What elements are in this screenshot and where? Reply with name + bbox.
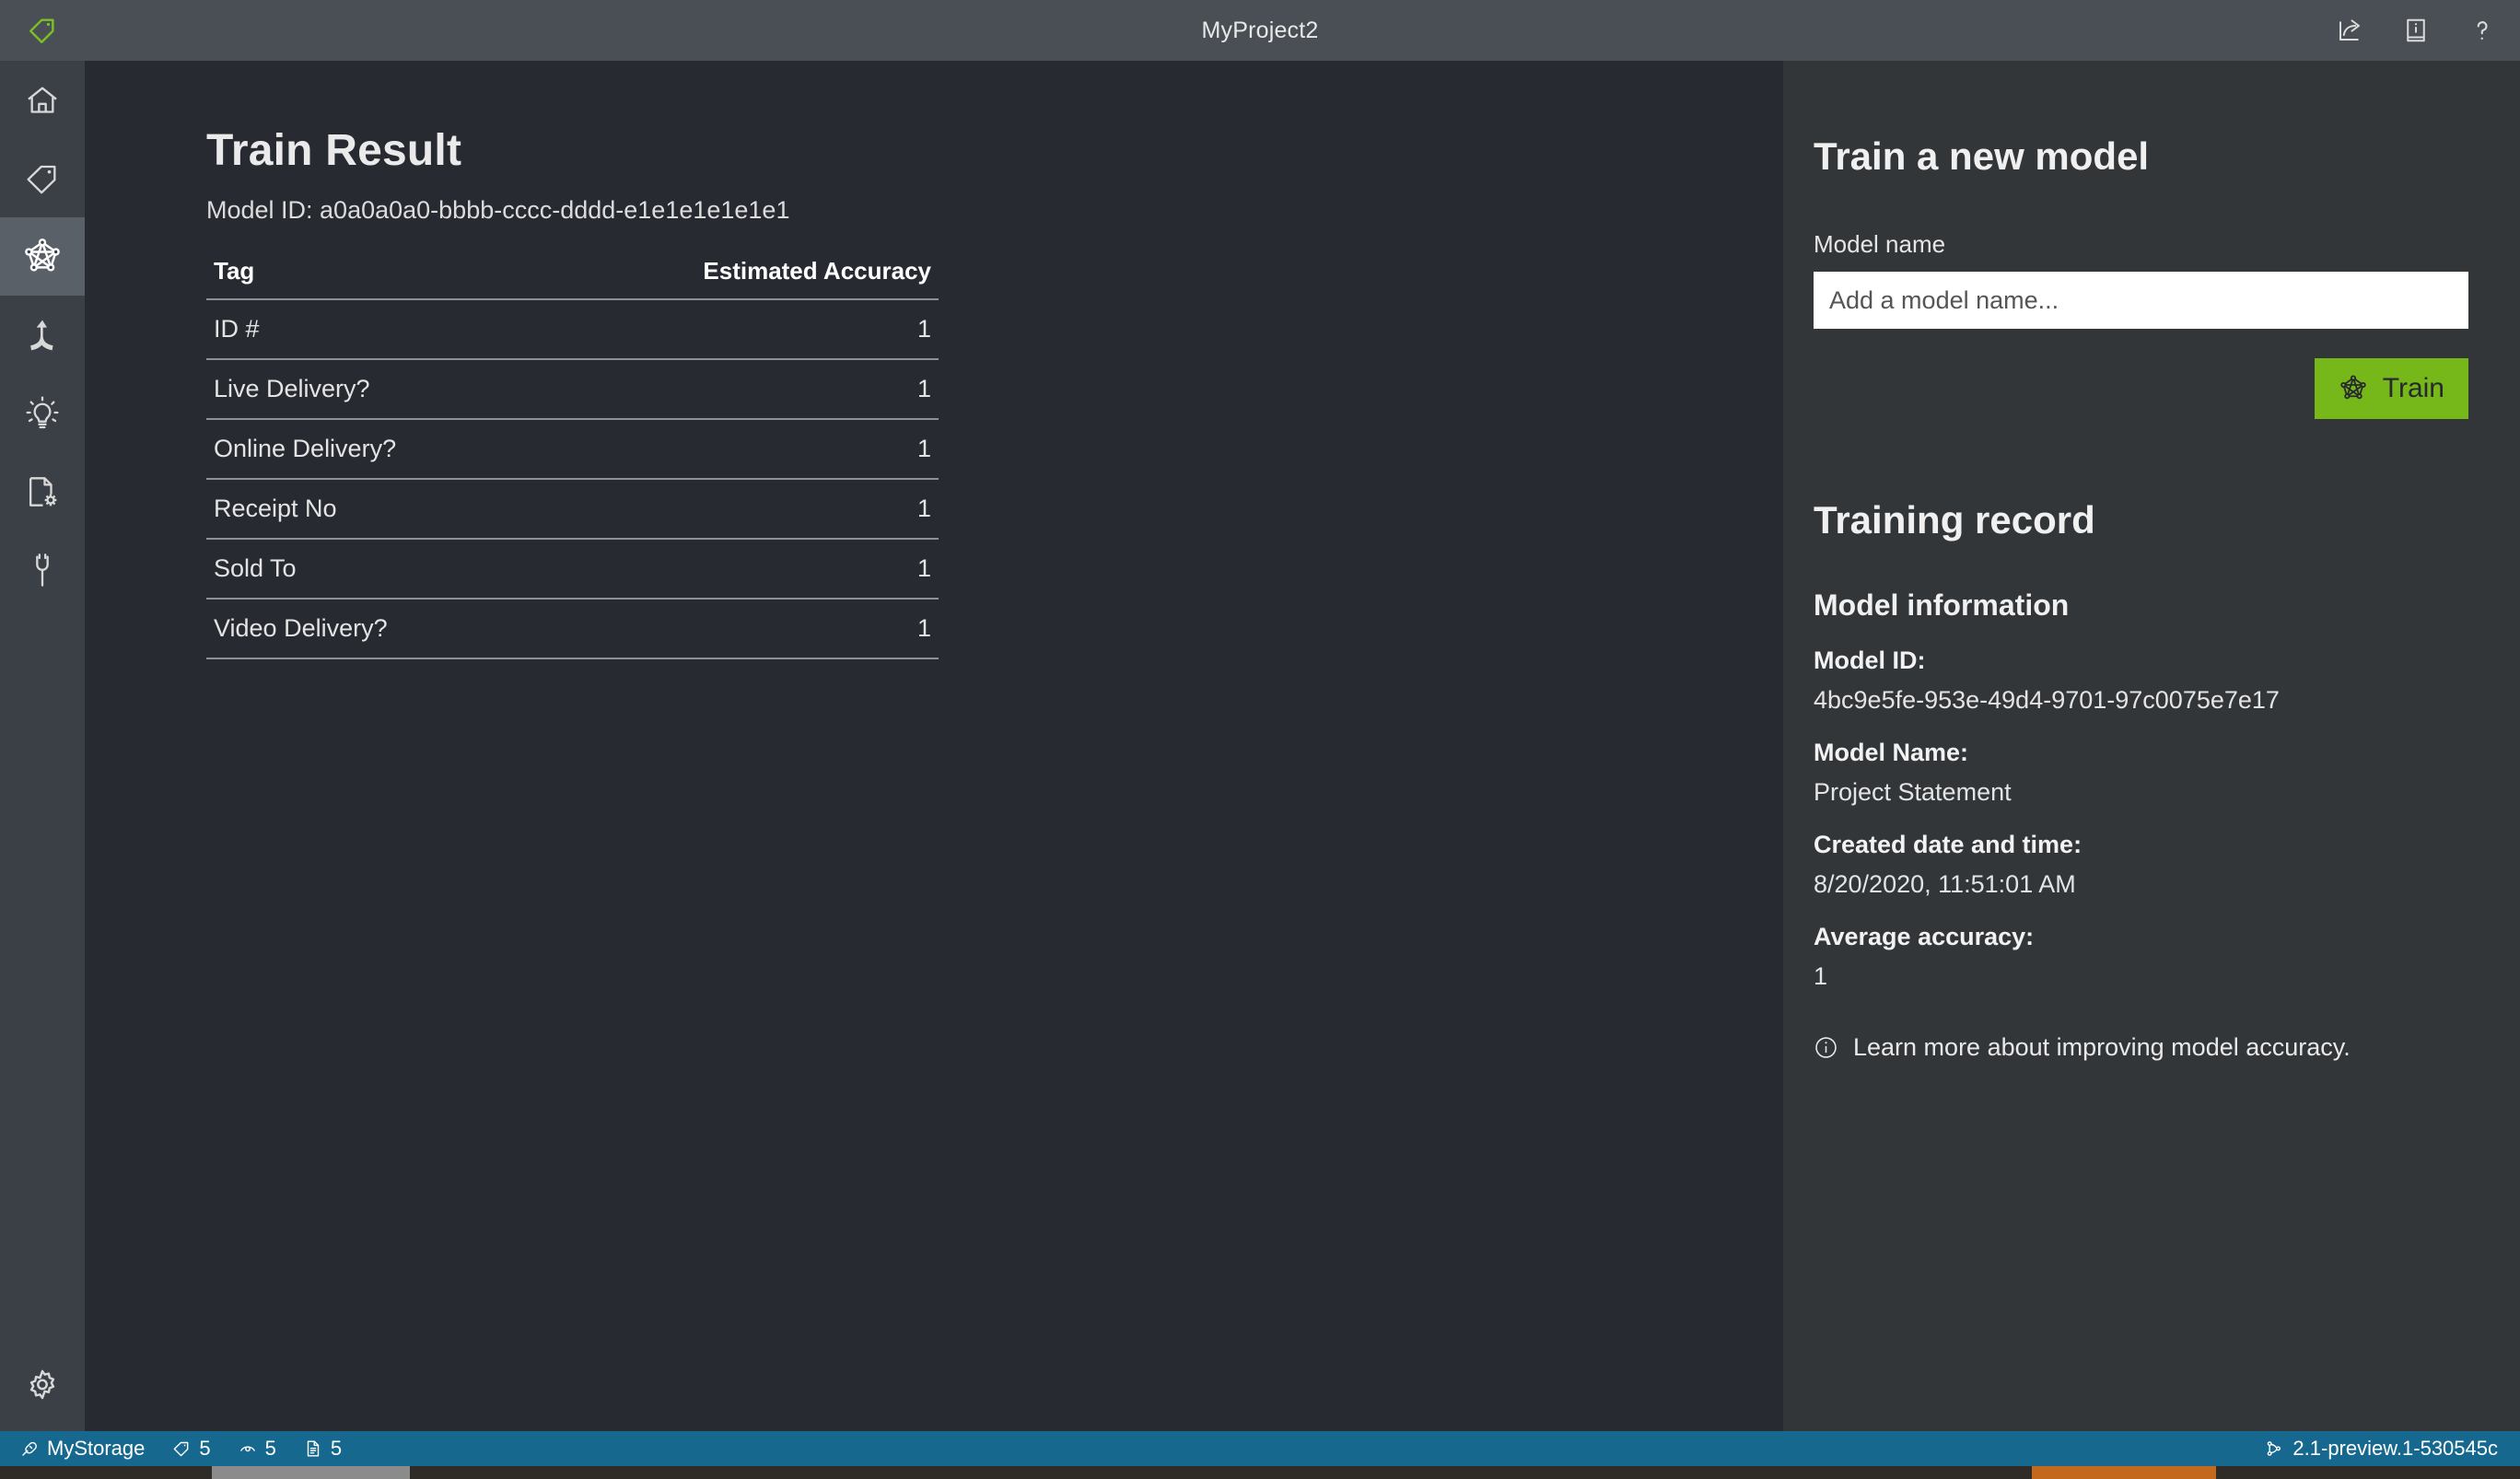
- plug-icon: [24, 552, 61, 588]
- learn-more-link[interactable]: Learn more about improving model accurac…: [1814, 1033, 2468, 1062]
- document-icon: [304, 1439, 322, 1458]
- status-version[interactable]: 2.1-preview.1-530545c: [2265, 1437, 2498, 1461]
- train-button[interactable]: Train: [2314, 358, 2468, 419]
- help-question-icon[interactable]: [2465, 13, 2500, 48]
- eye-icon: [239, 1439, 257, 1458]
- table-cell-accuracy: 1: [916, 435, 931, 462]
- title-bar: MyProject2: [0, 0, 2520, 61]
- home-icon: [24, 82, 61, 119]
- field-label-model-name: Model Name:: [1814, 739, 1969, 766]
- field-value-average-accuracy: 1: [1814, 962, 1828, 990]
- tag-icon: [24, 160, 61, 197]
- sidebar-item-settings[interactable]: [0, 1341, 85, 1431]
- status-bar-left: MyStorage 5 5 5: [20, 1437, 342, 1461]
- table-cell-tag: Receipt No: [214, 495, 337, 522]
- field-label-model-id: Model ID:: [1814, 646, 1926, 674]
- taskbar-active-window[interactable]: [212, 1466, 410, 1479]
- training-record-heading: Training record: [1814, 498, 2095, 542]
- table-cell-accuracy: 1: [916, 495, 931, 522]
- table-cell-accuracy: 1: [916, 375, 931, 402]
- status-bar: MyStorage 5 5 5 2.1-preview.1-530545c: [0, 1431, 2520, 1466]
- table-cell-tag: Video Delivery?: [214, 614, 388, 642]
- field-value-model-name: Project Statement: [1814, 778, 2012, 806]
- table-row: Receipt No 1: [206, 480, 939, 540]
- table-cell-accuracy: 1: [916, 315, 931, 343]
- plug-icon: [20, 1439, 39, 1458]
- status-document-count[interactable]: 5: [304, 1437, 342, 1461]
- tag-logo-icon: [27, 15, 58, 46]
- field-label-average-accuracy: Average accuracy:: [1814, 923, 2035, 950]
- sidebar-item-tag[interactable]: [0, 139, 85, 217]
- sidebar-item-predict[interactable]: [0, 374, 85, 452]
- app-window: MyProject2 Train Result Model ID: a0a0a0…: [0, 0, 2520, 1479]
- body-row: Train Result Model ID: a0a0a0a0-bbbb-ccc…: [0, 61, 2520, 1431]
- taskbar-highlight[interactable]: [2032, 1466, 2216, 1479]
- taskbar-segment: [410, 1466, 2032, 1479]
- share-export-icon[interactable]: [2332, 13, 2367, 48]
- status-tag-count-value: 5: [199, 1437, 211, 1460]
- model-name-label: Model name: [1814, 230, 1946, 258]
- title-bar-actions: [2332, 0, 2500, 61]
- train-button-label: Train: [2382, 373, 2444, 403]
- table-cell-accuracy: 1: [916, 614, 931, 642]
- table-row: Video Delivery? 1: [206, 600, 939, 659]
- table-cell-tag: ID #: [214, 315, 260, 343]
- model-network-icon: [2339, 374, 2368, 403]
- status-version-label: 2.1-preview.1-530545c: [2292, 1437, 2498, 1460]
- table-row: Online Delivery? 1: [206, 420, 939, 480]
- field-value-model-id: 4bc9e5fe-953e-49d4-9701-97c0075e7e17: [1814, 686, 2280, 714]
- status-tag-count[interactable]: 5: [172, 1437, 211, 1461]
- table-cell-tag: Live Delivery?: [214, 375, 370, 402]
- window-title: MyProject2: [1201, 17, 1319, 43]
- sidebar: [0, 61, 85, 1431]
- lightbulb-icon: [24, 395, 61, 432]
- learn-more-text: Learn more about improving model accurac…: [1853, 1033, 2351, 1061]
- train-result-table: Tag Estimated Accuracy ID # 1 Live Deliv…: [206, 257, 939, 659]
- merge-arrow-icon: [24, 317, 61, 354]
- sidebar-item-model[interactable]: [0, 217, 85, 296]
- field-label-created-date: Created date and time:: [1814, 831, 2082, 858]
- os-taskbar: [0, 1466, 2520, 1479]
- table-cell-tag: Online Delivery?: [214, 435, 397, 462]
- main-model-id: Model ID: a0a0a0a0-bbbb-cccc-dddd-e1e1e1…: [206, 196, 790, 224]
- status-connection-label: MyStorage: [47, 1437, 146, 1460]
- train-button-row: Train: [1814, 358, 2468, 419]
- status-region-count-value: 5: [264, 1437, 276, 1460]
- table-row: Live Delivery? 1: [206, 360, 939, 420]
- taskbar-segment: [0, 1466, 212, 1479]
- field-value-created-date: 8/20/2020, 11:51:01 AM: [1814, 870, 2076, 898]
- model-network-icon: [22, 237, 63, 277]
- status-document-count-value: 5: [330, 1437, 343, 1460]
- sidebar-item-document-settings[interactable]: [0, 452, 85, 530]
- table-cell-accuracy: 1: [916, 554, 931, 582]
- sidebar-item-analyze[interactable]: [0, 296, 85, 374]
- train-new-model-heading: Train a new model: [1814, 134, 2150, 178]
- table-header-tag: Tag: [214, 257, 255, 285]
- table-header-accuracy: Estimated Accuracy: [703, 257, 931, 285]
- main-content: Train Result Model ID: a0a0a0a0-bbbb-ccc…: [85, 61, 1783, 1431]
- sidebar-item-connections[interactable]: [0, 530, 85, 609]
- status-region-count[interactable]: 5: [239, 1437, 276, 1461]
- branch-icon: [2265, 1439, 2283, 1458]
- document-gear-icon: [24, 473, 61, 510]
- table-row: ID # 1: [206, 300, 939, 360]
- tag-icon: [172, 1439, 191, 1458]
- info-circle-icon: [1814, 1035, 1838, 1060]
- info-book-icon[interactable]: [2398, 13, 2433, 48]
- table-cell-tag: Sold To: [214, 554, 297, 582]
- app-logo: [0, 0, 85, 61]
- table-header-row: Tag Estimated Accuracy: [206, 257, 939, 300]
- model-name-input[interactable]: [1814, 272, 2468, 329]
- table-row: Sold To 1: [206, 540, 939, 600]
- right-panel: Train a new model Model name Add a model…: [1783, 61, 2520, 1431]
- status-connection[interactable]: MyStorage: [20, 1437, 145, 1461]
- gear-icon: [23, 1367, 62, 1405]
- taskbar-segment: [2216, 1466, 2520, 1479]
- model-information-heading: Model information: [1814, 588, 2070, 622]
- page-title: Train Result: [206, 126, 462, 175]
- sidebar-item-home[interactable]: [0, 61, 85, 139]
